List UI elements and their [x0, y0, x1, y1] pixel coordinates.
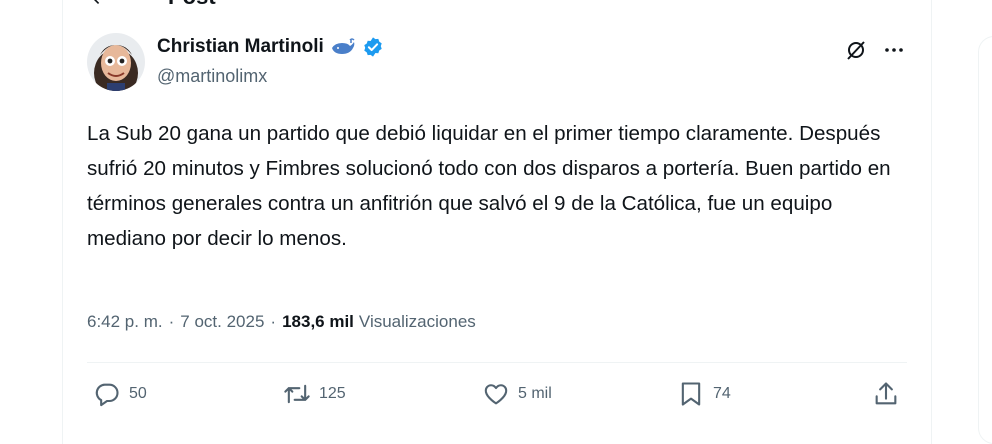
- tweet-time[interactable]: 6:42 p. m.: [87, 312, 163, 332]
- like-button[interactable]: 5 mil: [482, 380, 552, 408]
- verified-badge-icon: [362, 36, 384, 58]
- bookmark-button[interactable]: 74: [677, 380, 731, 408]
- bookmark-count: 74: [713, 385, 731, 402]
- meta-separator: ·: [168, 312, 175, 331]
- sidebar-card: [978, 36, 992, 444]
- action-bar: 50 125 5 mil 74: [87, 380, 907, 416]
- top-bar: Post: [88, 0, 216, 8]
- repost-icon: [284, 384, 310, 404]
- meta-separator: ·: [270, 312, 277, 331]
- tweet-date[interactable]: 7 oct. 2025: [180, 312, 264, 332]
- author-row: Christian Martinoli: [157, 36, 384, 58]
- avatar[interactable]: [87, 33, 145, 91]
- avatar-image: [87, 33, 145, 91]
- author-handle[interactable]: @martinolimx: [157, 66, 267, 87]
- back-arrow-icon[interactable]: [88, 0, 108, 7]
- share-icon: [875, 382, 897, 405]
- bookmark-icon: [681, 382, 701, 406]
- reply-button[interactable]: 50: [93, 380, 147, 408]
- views-count: 183,6 mil: [282, 312, 354, 331]
- whale-icon: [330, 37, 356, 57]
- reply-icon: [95, 383, 119, 407]
- repost-count: 125: [319, 385, 346, 402]
- author-name[interactable]: Christian Martinoli: [157, 36, 324, 58]
- page-title: Post: [168, 0, 216, 8]
- repost-button[interactable]: 125: [283, 380, 346, 408]
- tweet-text: La Sub 20 gana un partido que debió liqu…: [87, 122, 891, 250]
- like-count: 5 mil: [518, 385, 552, 402]
- more-icon[interactable]: [882, 38, 906, 62]
- divider: [87, 362, 907, 363]
- views-label: Visualizaciones: [358, 312, 476, 331]
- tweet-meta: 6:42 p. m. · 7 oct. 2025 · 183,6 mil Vis…: [87, 312, 476, 332]
- grok-icon[interactable]: [844, 38, 868, 62]
- reply-count: 50: [129, 385, 147, 402]
- like-icon: [484, 384, 508, 405]
- share-button[interactable]: [872, 380, 900, 408]
